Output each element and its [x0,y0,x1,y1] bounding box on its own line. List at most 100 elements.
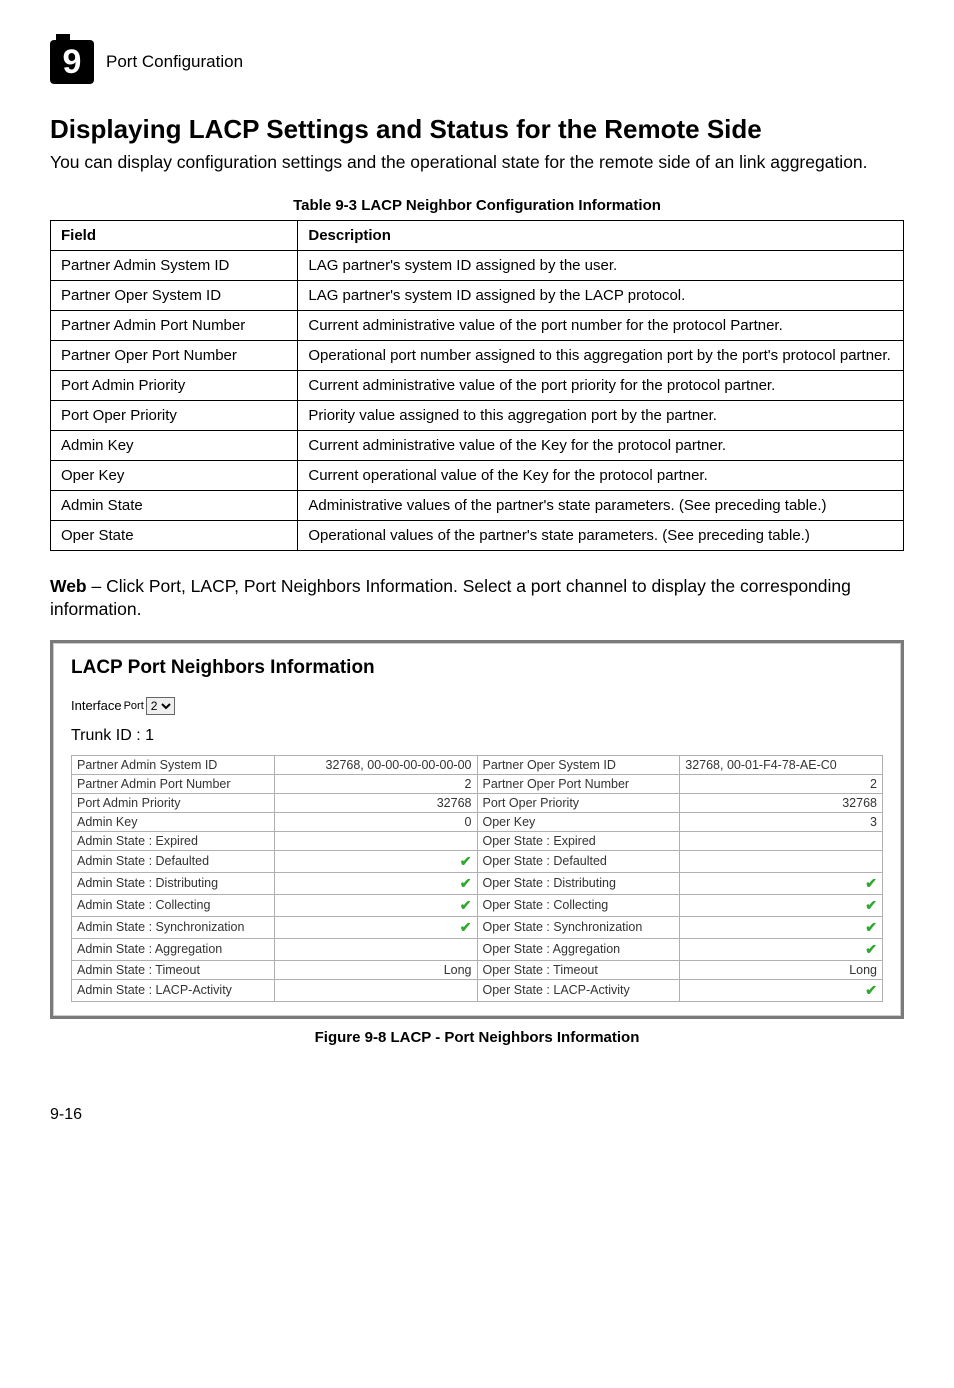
table-row: Admin State : AggregationOper State : Ag… [72,938,883,960]
right-value-cell: ✔ [680,872,883,894]
table-row: Partner Admin Port NumberCurrent adminis… [51,310,904,340]
right-value-cell: Long [680,960,883,979]
left-value-cell: ✔ [274,894,477,916]
left-label-cell: Partner Admin Port Number [72,774,275,793]
field-cell: Port Admin Priority [51,370,298,400]
right-label-cell: Oper State : Distributing [477,872,680,894]
table-caption: Table 9-3 LACP Neighbor Configuration In… [50,197,904,214]
check-icon: ✔ [865,897,877,914]
lacp-neighbors-screenshot: LACP Port Neighbors Information Interfac… [50,640,904,1019]
right-label-cell: Oper State : Expired [477,831,680,850]
desc-cell: Current administrative value of the Key … [298,430,904,460]
desc-cell: Current operational value of the Key for… [298,460,904,490]
lacp-neighbor-config-table: Field Description Partner Admin System I… [50,220,904,551]
check-icon: ✔ [865,982,877,999]
interface-sublabel: Port [124,700,144,712]
chapter-number: 9 [63,43,82,82]
field-cell: Partner Admin System ID [51,250,298,280]
right-value-cell: 32768 [680,793,883,812]
left-label-cell: Admin State : Synchronization [72,916,275,938]
check-icon: ✔ [865,919,877,936]
right-value-cell: ✔ [680,894,883,916]
table-row: Partner Admin System ID32768, 00-00-00-0… [72,755,883,774]
left-value-cell: 2 [274,774,477,793]
table-row: Port Admin Priority32768Port Oper Priori… [72,793,883,812]
interface-row: Interface Port 2 [71,697,883,715]
left-label-cell: Admin State : Distributing [72,872,275,894]
right-label-cell: Oper State : Aggregation [477,938,680,960]
left-value-cell: 32768, 00-00-00-00-00-00 [274,755,477,774]
lacp-neighbors-table: Partner Admin System ID32768, 00-00-00-0… [71,755,883,1002]
right-value-cell: 3 [680,812,883,831]
field-cell: Partner Oper System ID [51,280,298,310]
table-row: Admin Key0Oper Key3 [72,812,883,831]
field-cell: Admin Key [51,430,298,460]
left-label-cell: Port Admin Priority [72,793,275,812]
left-label-cell: Partner Admin System ID [72,755,275,774]
col-description: Description [298,220,904,250]
left-value-cell [274,938,477,960]
left-label-cell: Admin State : Defaulted [72,850,275,872]
table-row: Admin State : Collecting✔Oper State : Co… [72,894,883,916]
desc-cell: Priority value assigned to this aggregat… [298,400,904,430]
desc-cell: Administrative values of the partner's s… [298,490,904,520]
right-label-cell: Oper Key [477,812,680,831]
right-value-cell [680,850,883,872]
web-label: Web [50,576,87,596]
field-cell: Oper Key [51,460,298,490]
desc-cell: LAG partner's system ID assigned by the … [298,250,904,280]
left-label-cell: Admin State : Collecting [72,894,275,916]
left-value-cell [274,831,477,850]
table-row: Admin State : TimeoutLongOper State : Ti… [72,960,883,979]
right-label-cell: Oper State : Timeout [477,960,680,979]
left-value-cell: 32768 [274,793,477,812]
table-row: Admin State : Synchronization ✔ Oper State… [72,916,883,938]
desc-cell: Operational port number assigned to this… [298,340,904,370]
table-row: Port Admin PriorityCurrent administrativ… [51,370,904,400]
right-value-cell: 32768, 00-01-F4-78-AE-C0 [680,755,883,774]
right-label-cell: Partner Oper Port Number [477,774,680,793]
table-row: Oper StateOperational values of the part… [51,520,904,550]
desc-cell: LAG partner's system ID assigned by the … [298,280,904,310]
left-value-cell: 0 [274,812,477,831]
section-heading: Displaying LACP Settings and Status for … [50,114,904,145]
right-label-cell: Oper State : Collecting [477,894,680,916]
left-label-cell: Admin Key [72,812,275,831]
chapter-number-icon: 9 [50,40,94,84]
field-cell: Partner Oper Port Number [51,340,298,370]
web-text: – Click Port, LACP, Port Neighbors Infor… [50,576,851,620]
section-intro: You can display configuration settings a… [50,151,904,175]
right-label-cell: Oper State : Synchronization [477,916,680,938]
page-number: 9-16 [50,1106,904,1124]
desc-cell: Current administrative value of the port… [298,310,904,340]
table-row: Port Oper PriorityPriority value assigne… [51,400,904,430]
field-cell: Oper State [51,520,298,550]
right-label-cell: Oper State : Defaulted [477,850,680,872]
left-value-cell: Long [274,960,477,979]
table-row: Partner Oper System IDLAG partner's syst… [51,280,904,310]
left-label-cell: Admin State : LACP-Activity [72,979,275,1001]
table-row: Partner Admin System IDLAG partner's sys… [51,250,904,280]
table-row: Partner Oper Port NumberOperational port… [51,340,904,370]
left-value-cell: ✔ [274,916,477,938]
check-icon: ✔ [460,919,472,936]
col-field: Field [51,220,298,250]
table-row: Oper KeyCurrent operational value of the… [51,460,904,490]
field-cell: Partner Admin Port Number [51,310,298,340]
check-icon: ✔ [865,941,877,958]
right-value-cell: ✔ [680,938,883,960]
desc-cell: Current administrative value of the port… [298,370,904,400]
table-row: Admin StateAdministrative values of the … [51,490,904,520]
table-row: Admin KeyCurrent administrative value of… [51,430,904,460]
table-row: Admin State : Distributing✔Oper State : … [72,872,883,894]
left-value-cell: ✔ [274,872,477,894]
table-row: Admin State : Defaulted✔Oper State : Def… [72,850,883,872]
trunk-id: Trunk ID : 1 [71,727,883,745]
field-cell: Port Oper Priority [51,400,298,430]
interface-port-select[interactable]: 2 [146,697,175,715]
right-label-cell: Port Oper Priority [477,793,680,812]
left-value-cell: ✔ [274,850,477,872]
check-icon: ✔ [460,875,472,892]
chapter-header: 9 Port Configuration [50,40,904,84]
table-row: Admin State : LACP-ActivityOper State : … [72,979,883,1001]
